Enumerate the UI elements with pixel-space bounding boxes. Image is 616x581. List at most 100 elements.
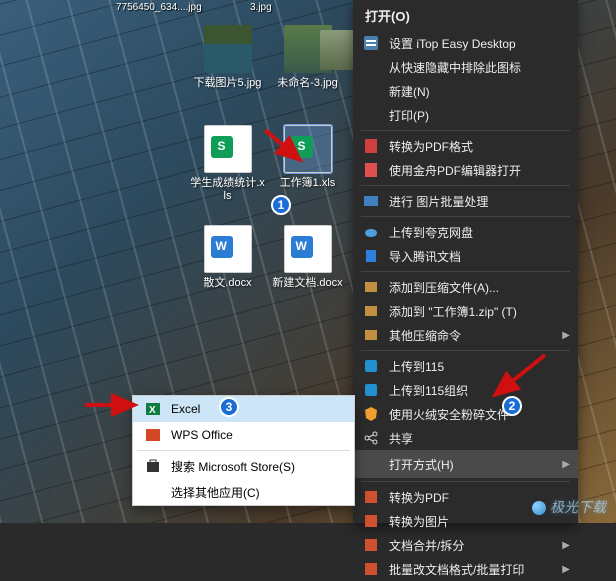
- icon-label: 散文.docx: [190, 277, 265, 290]
- desktop-icon-doc1[interactable]: 散文.docx: [190, 225, 265, 315]
- pdf-app-icon: [361, 162, 381, 178]
- image-thumb-icon: [204, 25, 252, 73]
- menu-separator: [361, 350, 570, 351]
- wps-office-icon: [143, 426, 163, 444]
- submenu-separator: [137, 450, 350, 451]
- desktop-icon-image1[interactable]: 下载图片5.jpg: [190, 25, 265, 115]
- menu-item-batch-pic[interactable]: 进行 图片批量处理: [353, 189, 578, 213]
- menu-item-tx-docs[interactable]: 导入腾讯文档: [353, 244, 578, 268]
- menu-label: 批量改文档格式/批量打印: [389, 561, 560, 578]
- submenu-label: WPS Office: [171, 428, 233, 442]
- top-file-1: 7756450_634....jpg: [116, 2, 202, 13]
- chevron-right-icon: ▶: [562, 459, 570, 470]
- menu-item-open-with[interactable]: 打开方式(H) ▶: [353, 450, 578, 478]
- pdf-icon: [361, 138, 381, 154]
- menu-item-wps-split[interactable]: 文档合并/拆分 ▶: [353, 533, 578, 557]
- submenu-item-excel[interactable]: X Excel: [133, 396, 354, 422]
- shield-icon: [361, 406, 381, 422]
- menu-item-other-zip[interactable]: 其他压缩命令 ▶: [353, 323, 578, 347]
- menu-label: 文档合并/拆分: [389, 537, 560, 554]
- menu-label: 导入腾讯文档: [389, 248, 560, 265]
- menu-item-add-zip-file[interactable]: 添加到 "工作簿1.zip" (T): [353, 299, 578, 323]
- menu-open-header[interactable]: 打开(O): [353, 0, 578, 31]
- submenu-label: 搜索 Microsoft Store(S): [171, 458, 295, 475]
- menu-item-exclude[interactable]: 从快速隐藏中排除此图标: [353, 55, 578, 79]
- icon-label: 学生成绩统计.xls: [190, 177, 265, 203]
- chevron-right-icon: ▶: [562, 564, 570, 575]
- desktop-background: 7756450_634....jpg 3.jpg 4.jpg 4_waterma…: [0, 0, 616, 523]
- tencent-doc-icon: [361, 248, 381, 264]
- excel-icon: X: [143, 400, 163, 418]
- menu-item-itop[interactable]: 设置 iTop Easy Desktop: [353, 31, 578, 55]
- menu-separator: [361, 216, 570, 217]
- menu-label: 添加到压缩文件(A)...: [389, 279, 560, 296]
- menu-item-share[interactable]: 共享: [353, 426, 578, 450]
- blank-icon: [143, 483, 163, 501]
- submenu-label: 选择其他应用(C): [171, 484, 260, 501]
- archive-icon: [361, 327, 381, 343]
- archive-icon: [361, 279, 381, 295]
- icon-label: 工作簿1.xls: [270, 177, 345, 190]
- 115-icon: [361, 358, 381, 374]
- desktop-icon-xls1[interactable]: 学生成绩统计.xls: [190, 125, 265, 215]
- menu-item-new[interactable]: 新建(N): [353, 79, 578, 103]
- picture-icon: [361, 193, 381, 209]
- menu-label: 使用金舟PDF编辑器打开: [389, 162, 560, 179]
- menu-item-jinshan[interactable]: 使用金舟PDF编辑器打开: [353, 158, 578, 182]
- menu-label: 使用火绒安全粉碎文件: [389, 406, 560, 423]
- submenu-label: Excel: [171, 402, 200, 416]
- archive-icon: [361, 303, 381, 319]
- wps-icon: [361, 489, 381, 505]
- menu-item-kk-cloud[interactable]: 上传到夸克网盘: [353, 220, 578, 244]
- menu-label: 上传到夸克网盘: [389, 224, 560, 241]
- menu-label: 从快速隐藏中排除此图标: [389, 59, 560, 76]
- wps-icon: [361, 561, 381, 577]
- blank-icon: [361, 83, 381, 99]
- submenu-item-store[interactable]: 搜索 Microsoft Store(S): [133, 453, 354, 479]
- menu-label: 添加到 "工作簿1.zip" (T): [389, 303, 560, 320]
- menu-separator: [361, 271, 570, 272]
- wps-icon: [361, 513, 381, 529]
- cloud-icon: [361, 224, 381, 240]
- menu-item-add-zip[interactable]: 添加到压缩文件(A)...: [353, 275, 578, 299]
- menu-label: 共享: [389, 430, 560, 447]
- open-with-submenu: X Excel WPS Office 搜索 Microsoft Store(S)…: [132, 395, 355, 506]
- menu-label: 打开方式(H): [389, 456, 560, 473]
- menu-label: 上传到115组织: [389, 382, 560, 399]
- menu-item-wps-batch[interactable]: 批量改文档格式/批量打印 ▶: [353, 557, 578, 581]
- chevron-right-icon: ▶: [562, 540, 570, 551]
- menu-separator: [361, 481, 570, 482]
- menu-item-to-pdf[interactable]: 转换为PDF格式: [353, 134, 578, 158]
- spreadsheet-icon: [284, 125, 332, 173]
- menu-item-print[interactable]: 打印(P): [353, 103, 578, 127]
- menu-item-huorong[interactable]: 使用火绒安全粉碎文件: [353, 402, 578, 426]
- menu-label: 进行 图片批量处理: [389, 193, 560, 210]
- watermark: 极光下载: [532, 497, 606, 517]
- 115-icon: [361, 382, 381, 398]
- watermark-logo-icon: [532, 501, 546, 515]
- blank-icon: [361, 59, 381, 75]
- document-icon: [284, 225, 332, 273]
- store-icon: [143, 457, 163, 475]
- menu-label: 转换为PDF格式: [389, 138, 560, 155]
- menu-item-upload-115-group[interactable]: 上传到115组织: [353, 378, 578, 402]
- share-icon: [361, 430, 381, 446]
- top-file-2: 3.jpg: [250, 2, 272, 13]
- desktop-icon-doc2[interactable]: 新建文档.docx: [270, 225, 345, 315]
- submenu-item-wps[interactable]: WPS Office: [133, 422, 354, 448]
- chevron-right-icon: ▶: [562, 330, 570, 341]
- document-icon: [204, 225, 252, 273]
- wps-icon: [361, 537, 381, 553]
- menu-separator: [361, 185, 570, 186]
- icon-label: 新建文档.docx: [270, 277, 345, 290]
- menu-label: 打印(P): [389, 107, 560, 124]
- icon-label: 下载图片5.jpg: [190, 77, 265, 90]
- submenu-item-other[interactable]: 选择其他应用(C): [133, 479, 354, 505]
- menu-label: 设置 iTop Easy Desktop: [389, 35, 560, 52]
- blank-icon: [361, 107, 381, 123]
- annotation-badge-3: 3: [219, 397, 239, 417]
- svg-text:X: X: [149, 405, 156, 416]
- menu-item-upload-115[interactable]: 上传到115: [353, 354, 578, 378]
- settings-icon: [361, 35, 381, 51]
- spreadsheet-icon: [204, 125, 252, 173]
